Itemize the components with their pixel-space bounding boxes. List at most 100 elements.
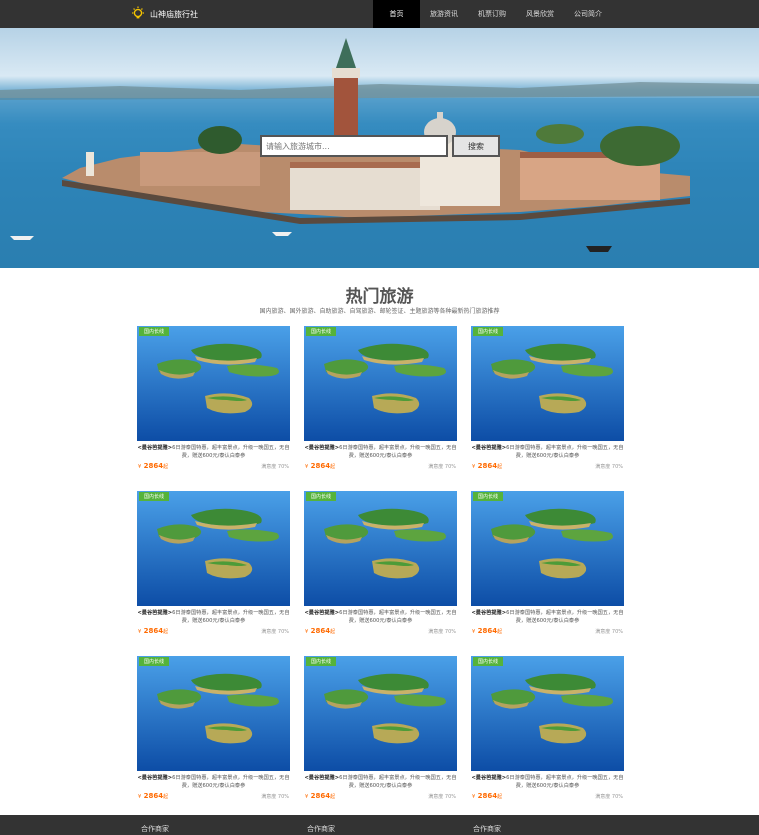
tour-description[interactable]: <曼谷芭提雅>6日游泰国特惠，超丰富景点，升级一晚国五，无自费，赠送600元/泰… [471,444,624,460]
tour-price-value: 2864 [143,462,164,470]
tour-card[interactable]: 国内长线 <曼谷芭提雅>6日游泰国特惠，超丰富景点，升级一晚国五，无自费，赠送60… [304,656,457,806]
tour-image[interactable]: 国内长线 [471,491,624,606]
price-unit: 起 [163,629,169,635]
island-photo [304,326,457,441]
price-unit: 起 [330,464,336,470]
tour-description[interactable]: <曼谷芭提雅>6日游泰国特惠，超丰富景点，升级一晚国五，无自费，赠送600元/泰… [137,609,290,625]
nav-item-travel-news[interactable]: 旅游资讯 [420,0,468,28]
tour-price-value: 2864 [310,462,331,470]
currency-symbol: ¥ [472,794,476,800]
tour-image[interactable]: 国内长线 [304,491,457,606]
tour-description-text: 6日游泰国特惠，超丰富景点，升级一晚国五，无自费，赠送600元/泰认白泰参 [506,610,624,624]
tour-description[interactable]: <曼谷芭提雅>6日游泰国特惠，超丰富景点，升级一晚国五，无自费，赠送600元/泰… [137,774,290,790]
currency-symbol: ¥ [472,464,476,470]
footer-partners-heading: 合作商家 [141,825,169,833]
tour-description-text: 6日游泰国特惠，超丰富景点，升级一晚国五，无自费，赠送600元/泰认白泰参 [172,445,290,459]
tour-card[interactable]: 国内长线 <曼谷芭提雅>6日游泰国特惠，超丰富景点，升级一晚国五，无自费，赠送60… [137,491,290,641]
island-photo [304,491,457,606]
tour-name: <曼谷芭提雅> [137,610,173,616]
tour-image[interactable]: 国内长线 [471,326,624,441]
island-photo [137,326,290,441]
tour-description-text: 6日游泰国特惠，超丰富景点，升级一晚国五，无自费，赠送600元/泰认白泰参 [506,445,624,459]
tour-card[interactable]: 国内长线 <曼谷芭提雅>6日游泰国特惠，超丰富景点，升级一晚国五，无自费，赠送60… [137,326,290,476]
tour-price-value: 2864 [477,792,498,800]
tour-satisfaction: 满意度 70% [595,629,623,635]
tour-price-value: 2864 [310,627,331,635]
tour-description[interactable]: <曼谷芭提雅>6日游泰国特惠，超丰富景点，升级一晚国五，无自费，赠送600元/泰… [137,444,290,460]
tour-tag-badge: 国内长线 [306,327,337,336]
tour-name: <曼谷芭提雅> [137,775,173,781]
island-photo [471,326,624,441]
tour-description-text: 6日游泰国特惠，超丰富景点，升级一晚国五，无自费，赠送600元/泰认白泰参 [172,775,290,789]
tour-card[interactable]: 国内长线 <曼谷芭提雅>6日游泰国特惠，超丰富景点，升级一晚国五，无自费，赠送60… [304,491,457,641]
main-nav: 首页 旅游资讯 机票订购 风景欣赏 公司简介 [373,0,612,28]
tour-description[interactable]: <曼谷芭提雅>6日游泰国特惠，超丰富景点，升级一晚国五，无自费，赠送600元/泰… [304,444,457,460]
hero-banner: 搜索 [0,28,759,268]
brand-name: 山神庙旅行社 [150,9,198,19]
tour-card[interactable]: 国内长线 <曼谷芭提雅>6日游泰国特惠，超丰富景点，升级一晚国五，无自费，赠送60… [471,491,624,641]
price-unit: 起 [497,464,503,470]
tour-tag-badge: 国内长线 [473,492,504,501]
tour-image[interactable]: 国内长线 [137,491,290,606]
tour-card[interactable]: 国内长线 <曼谷芭提雅>6日游泰国特惠，超丰富景点，升级一晚国五，无自费，赠送60… [304,326,457,476]
tour-card[interactable]: 国内长线 <曼谷芭提雅>6日游泰国特惠，超丰富景点，升级一晚国五，无自费，赠送60… [471,326,624,476]
footer-partners-heading: 合作商家 [473,825,501,833]
tour-price: ¥ 2864起 [305,627,335,635]
nav-item-home[interactable]: 首页 [373,0,420,28]
section-title: 热门旅游 [345,287,414,307]
nav-item-scenery[interactable]: 风景欣赏 [516,0,564,28]
price-unit: 起 [497,629,503,635]
tour-satisfaction: 满意度 70% [428,629,456,635]
tour-tag-badge: 国内长线 [473,657,504,666]
tour-price-value: 2864 [477,462,498,470]
tour-image[interactable]: 国内长线 [304,326,457,441]
tour-price: ¥ 2864起 [472,792,502,800]
tour-description-text: 6日游泰国特惠，超丰富景点，升级一晚国五，无自费，赠送600元/泰认白泰参 [339,610,457,624]
tour-satisfaction: 满意度 70% [428,464,456,470]
tour-description[interactable]: <曼谷芭提雅>6日游泰国特惠，超丰富景点，升级一晚国五，无自费，赠送600元/泰… [471,609,624,625]
tour-name: <曼谷芭提雅> [471,775,507,781]
tour-price-value: 2864 [477,627,498,635]
tour-image[interactable]: 国内长线 [137,656,290,771]
tour-name: <曼谷芭提雅> [304,610,340,616]
price-unit: 起 [163,464,169,470]
tour-satisfaction: 满意度 70% [595,464,623,470]
tour-image[interactable]: 国内长线 [137,326,290,441]
island-photo [304,656,457,771]
currency-symbol: ¥ [472,629,476,635]
tour-description-text: 6日游泰国特惠，超丰富景点，升级一晚国五，无自费，赠送600元/泰认白泰参 [506,775,624,789]
tour-card[interactable]: 国内长线 <曼谷芭提雅>6日游泰国特惠，超丰富景点，升级一晚国五，无自费，赠送60… [137,656,290,806]
currency-symbol: ¥ [138,629,142,635]
tour-tag-badge: 国内长线 [473,327,504,336]
footer-partners-heading: 合作商家 [307,825,335,833]
tour-price-value: 2864 [143,627,164,635]
tour-description[interactable]: <曼谷芭提雅>6日游泰国特惠，超丰富景点，升级一晚国五，无自费，赠送600元/泰… [304,609,457,625]
tour-satisfaction: 满意度 70% [261,629,289,635]
tour-satisfaction: 满意度 70% [428,794,456,800]
nav-item-about[interactable]: 公司简介 [564,0,612,28]
brand-logo[interactable]: 山神庙旅行社 [130,5,198,23]
top-navbar: 山神庙旅行社 首页 旅游资讯 机票订购 风景欣赏 公司简介 [0,0,759,28]
tour-description[interactable]: <曼谷芭提雅>6日游泰国特惠，超丰富景点，升级一晚国五，无自费，赠送600元/泰… [304,774,457,790]
island-photo [137,491,290,606]
tour-image[interactable]: 国内长线 [304,656,457,771]
nav-item-flight-booking[interactable]: 机票订购 [468,0,516,28]
tour-card[interactable]: 国内长线 <曼谷芭提雅>6日游泰国特惠，超丰富景点，升级一晚国五，无自费，赠送60… [471,656,624,806]
search-box: 搜索 [260,135,502,160]
tour-price: ¥ 2864起 [138,792,168,800]
tour-name: <曼谷芭提雅> [471,610,507,616]
island-photo [471,491,624,606]
tour-price: ¥ 2864起 [472,627,502,635]
tour-description[interactable]: <曼谷芭提雅>6日游泰国特惠，超丰富景点，升级一晚国五，无自费，赠送600元/泰… [471,774,624,790]
search-button[interactable]: 搜索 [452,135,500,157]
tour-tag-badge: 国内长线 [306,657,337,666]
tour-image[interactable]: 国内长线 [471,656,624,771]
tour-tag-badge: 国内长线 [139,327,170,336]
tour-price-value: 2864 [143,792,164,800]
search-input[interactable] [260,135,448,157]
tour-satisfaction: 满意度 70% [595,794,623,800]
island-photo [137,656,290,771]
currency-symbol: ¥ [138,794,142,800]
section-subtitle: 国内旅游、国外旅游、自助旅游、自驾旅游、邮轮签证、主题旅游等各种最新热门旅游推荐 [259,308,500,315]
tour-price: ¥ 2864起 [305,462,335,470]
